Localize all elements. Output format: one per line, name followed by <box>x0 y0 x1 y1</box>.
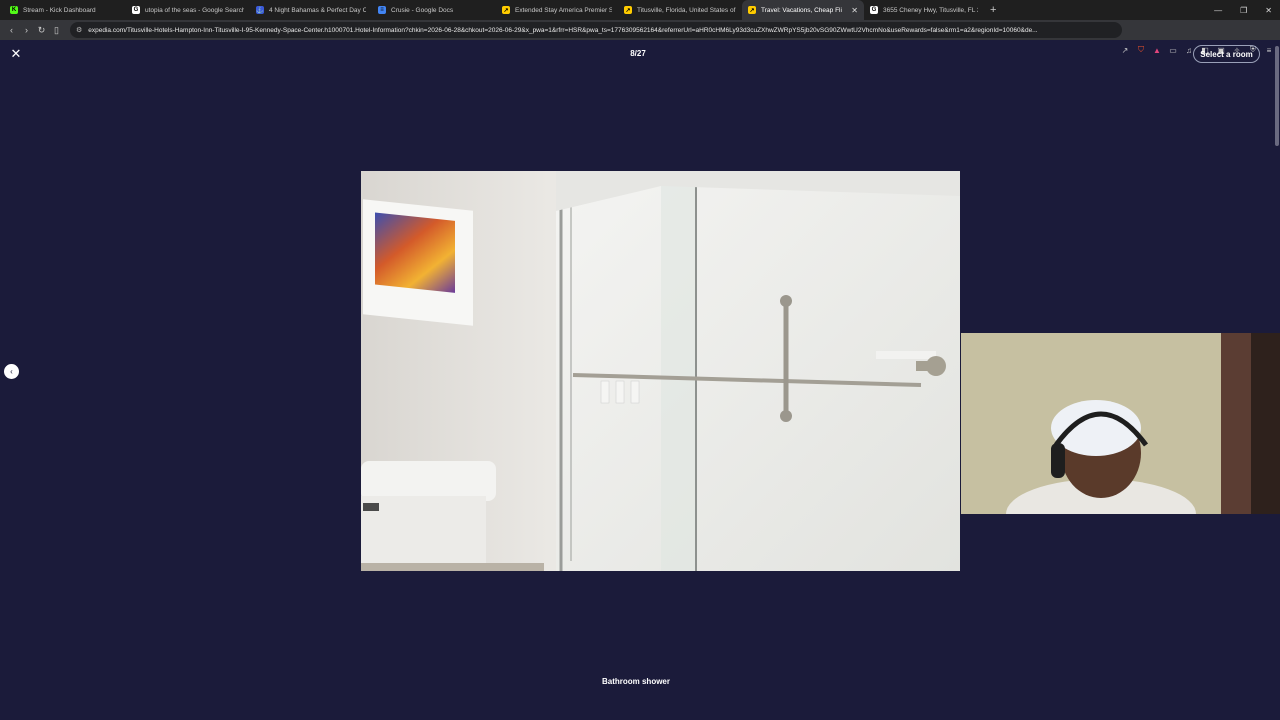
browser-tab[interactable]: ↗ Titusville, Florida, United States of A… <box>618 0 742 20</box>
gallery-photo <box>361 171 960 571</box>
minimize-icon[interactable]: — <box>1214 6 1222 15</box>
reload-icon[interactable]: ↻ <box>34 22 49 38</box>
webcam-overlay <box>961 333 1280 514</box>
close-icon[interactable]: ✕ <box>9 47 23 61</box>
tab-favicon-icon: G <box>870 6 878 14</box>
site-info-icon[interactable]: ⚙ <box>76 26 82 34</box>
browser-tab-strip: K Stream - Kick Dashboard Gutopia of the s… <box>0 0 1280 20</box>
bathroom-shower-image <box>361 171 960 571</box>
browser-tab[interactable]: ≡ Crusie - Google Docs <box>372 0 496 20</box>
bookmark-icon[interactable]: ▯ <box>49 22 64 38</box>
back-icon[interactable]: ‹ <box>4 22 19 38</box>
address-bar[interactable]: ⚙ expedia.com/Titusville-Hotels-Hampton-… <box>70 22 1122 38</box>
tab-favicon-icon: ↗ <box>624 6 632 14</box>
tab-favicon-icon: ≡ <box>378 6 386 14</box>
tab-favicon-icon: ↗ <box>502 6 510 14</box>
browser-tab[interactable]: K Stream - Kick Dashboard <box>4 0 126 20</box>
tab-title: Stream - Kick Dashboard <box>23 6 96 14</box>
tab-favicon-icon: ↗ <box>748 6 756 14</box>
brave-shield-icon[interactable]: ⛉ <box>1136 45 1146 55</box>
tab-close-icon[interactable]: ✕ <box>851 6 858 15</box>
tab-title: 3655 Cheney Hwy, Titusville, FL 3278 <box>883 6 978 14</box>
image-counter: 8/27 <box>630 49 646 58</box>
share-icon[interactable]: ↗ <box>1120 45 1130 55</box>
browser-tab[interactable]: ↗ Extended Stay America Premier Suite <box>496 0 618 20</box>
tab-title: 4 Night Bahamas & Perfect Day Crui <box>269 6 366 14</box>
tab-favicon-icon: ⚓ <box>256 6 264 14</box>
menu-icon[interactable]: ≡ <box>1264 45 1274 55</box>
browser-tab[interactable]: Gutopia of the seas - Google Search <box>126 0 250 20</box>
browser-tab[interactable]: ⚓ 4 Night Bahamas & Perfect Day Crui <box>250 0 372 20</box>
tab-favicon-icon: K <box>10 6 18 14</box>
new-tab-icon[interactable]: + <box>990 4 996 16</box>
tab-title: Crusie - Google Docs <box>391 6 454 14</box>
tab-favicon-icon: G <box>132 6 140 14</box>
tab-list: K Stream - Kick Dashboard Gutopia of the s… <box>4 0 984 20</box>
restore-icon[interactable]: ❐ <box>1240 6 1247 15</box>
url-text: expedia.com/Titusville-Hotels-Hampton-In… <box>88 26 1038 34</box>
streamer-webcam-image <box>961 333 1280 514</box>
brave-rewards-icon[interactable]: ▲ <box>1152 45 1162 55</box>
browser-tab[interactable]: ↗ Travel: Vacations, Cheap Flights, ✕ <box>742 0 864 20</box>
screen-icon[interactable]: ▭ <box>1168 45 1178 55</box>
window-controls: — ❐ ✕ <box>1214 0 1272 20</box>
browser-tab[interactable]: G 3655 Cheney Hwy, Titusville, FL 3278 <box>864 0 984 20</box>
forward-icon[interactable]: › <box>19 22 34 38</box>
tab-title: utopia of the seas - Google Search <box>145 6 244 14</box>
tab-title: Titusville, Florida, United States of Am <box>637 6 736 14</box>
browser-toolbar: ‹ › ↻ ▯ ⚙ expedia.com/Titusville-Hotels-… <box>0 20 1280 55</box>
chevron-left-icon[interactable]: ‹ <box>4 364 19 379</box>
photo-caption: Bathroom shower <box>601 677 670 686</box>
scrollbar-thumb[interactable] <box>1275 46 1279 146</box>
select-room-button[interactable]: Select a room <box>1193 45 1260 63</box>
tab-title: Travel: Vacations, Cheap Flights, <box>761 6 842 14</box>
window-close-icon[interactable]: ✕ <box>1265 6 1272 15</box>
tab-title: Extended Stay America Premier Suite <box>515 6 612 14</box>
